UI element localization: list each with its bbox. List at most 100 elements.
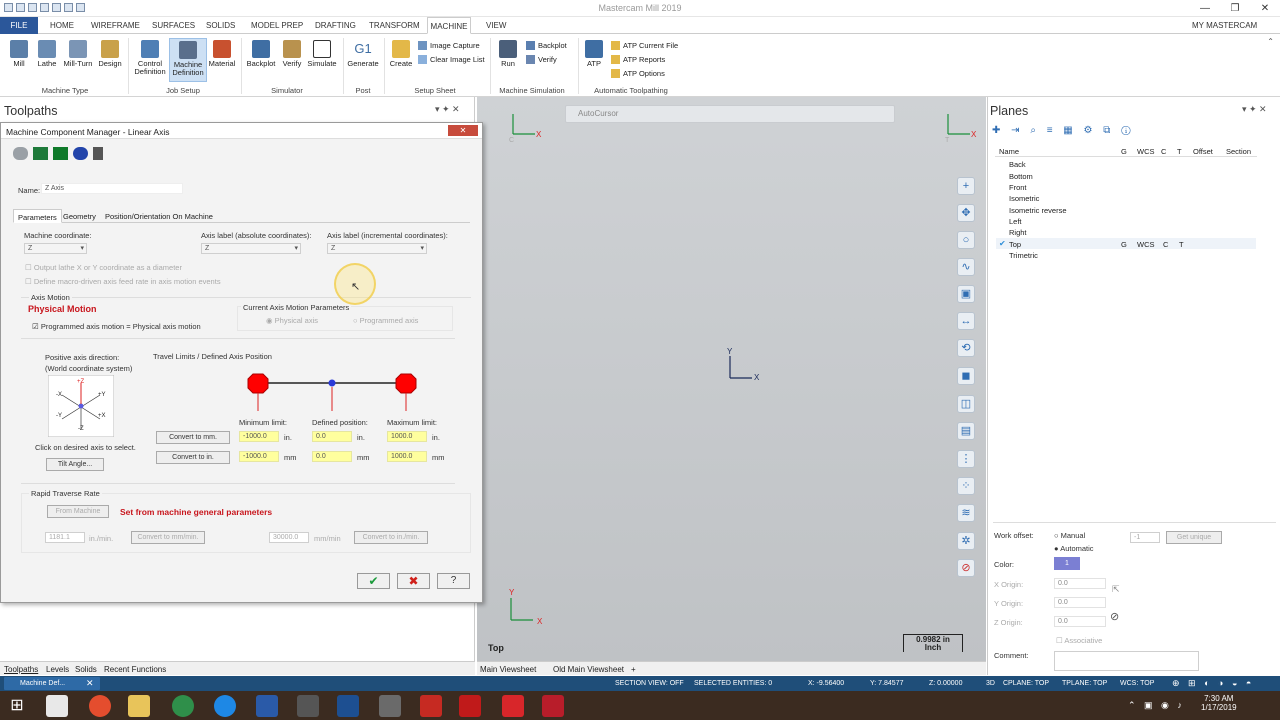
old-main-viewsheet-tab[interactable]: Old Main Viewsheet <box>553 665 624 674</box>
vt-stop-icon[interactable]: ⊘ <box>957 559 975 577</box>
tab-parameters[interactable]: Parameters <box>13 209 62 223</box>
vt-stack-icon[interactable]: ≋ <box>957 504 975 522</box>
acrobat-icon[interactable] <box>420 695 442 717</box>
tab-position-orientation[interactable]: Position/Orientation On Machine <box>105 212 213 221</box>
color-swatch[interactable]: 1 <box>1054 557 1080 570</box>
plane-row[interactable]: Isometric reverse <box>1009 206 1067 215</box>
chrome-icon[interactable] <box>89 695 111 717</box>
main-viewsheet-tab[interactable]: Main Viewsheet <box>480 665 536 674</box>
verify-button[interactable]: Verify <box>280 40 304 68</box>
autocursor-label[interactable]: AutoCursor <box>578 109 618 118</box>
pick-origin-icon[interactable]: ⇱ <box>1112 584 1120 595</box>
physical-axis-radio[interactable]: ◉ Physical axis <box>266 316 318 325</box>
max-limit-mm-field[interactable]: 1000.0 <box>387 451 427 462</box>
vt-pan-icon[interactable]: ✥ <box>957 204 975 222</box>
save-component-icon[interactable] <box>33 147 48 160</box>
collapse-ribbon-icon[interactable]: ⌃ <box>1267 37 1274 46</box>
rotary-icon[interactable] <box>73 147 88 160</box>
max-limit-in-field[interactable]: 1000.0 <box>387 431 427 442</box>
mode-status[interactable]: 3D <box>986 680 995 687</box>
programmed-axis-radio[interactable]: ○ Programmed axis <box>353 316 418 325</box>
z-origin-field[interactable]: 0.0 <box>1054 616 1106 627</box>
vt-settings-icon[interactable]: ✲ <box>957 532 975 550</box>
tab-recent-functions[interactable]: Recent Functions <box>104 665 166 674</box>
convert-to-in-min-button[interactable]: Convert to in./min. <box>354 531 428 544</box>
tab-transform[interactable]: TRANSFORM <box>369 17 420 34</box>
windows-start-icon[interactable]: ⊞ <box>6 695 28 717</box>
ms-backplot-button[interactable]: Backplot <box>526 41 567 50</box>
output-lathe-checkbox[interactable]: ☐ Output lathe X or Y coordinate as a di… <box>25 263 182 272</box>
backplot-button[interactable]: Backplot <box>245 40 277 68</box>
create-setup-sheet-button[interactable]: Create <box>387 40 415 68</box>
vt-transform-icon[interactable]: ⟲ <box>957 339 975 357</box>
plane-row[interactable]: Right <box>1009 228 1027 237</box>
vt-add-icon[interactable]: + <box>957 177 975 195</box>
vt-solid-icon[interactable]: ◼ <box>957 367 975 385</box>
vt-layers-icon[interactable]: ◫ <box>957 395 975 413</box>
app-icon-3[interactable] <box>337 695 359 717</box>
plane-row[interactable]: Back <box>1009 160 1026 169</box>
app-icon-5[interactable] <box>502 695 524 717</box>
status-view-icons[interactable]: ⊕ ⊞ ◐ ◑ ◒ ◓ <box>1172 678 1254 689</box>
vt-dimension-icon[interactable]: ↔ <box>957 312 975 330</box>
from-machine-button[interactable]: From Machine <box>47 505 109 518</box>
machine-coordinate-select[interactable]: Z ▾ <box>24 243 87 254</box>
add-viewsheet-button[interactable]: + <box>631 665 636 674</box>
control-definition-button[interactable]: Control Definition <box>131 40 169 76</box>
no-link-icon[interactable]: ⊘ <box>1110 610 1119 623</box>
plane-row[interactable]: Left <box>1009 217 1022 226</box>
tab-drafting[interactable]: DRAFTING <box>315 17 356 34</box>
atp-button[interactable]: ATP <box>582 40 606 68</box>
vt-box-icon[interactable]: ▣ <box>957 285 975 303</box>
atp-current-file-button[interactable]: ATP Current File <box>611 41 678 50</box>
vt-dots-icon[interactable]: ⁘ <box>957 477 975 495</box>
tilt-angle-button[interactable]: Tilt Angle... <box>46 458 104 471</box>
clear-image-list-button[interactable]: Clear Image List <box>418 55 485 64</box>
help-button[interactable]: ? <box>437 573 470 589</box>
section-view-status[interactable]: SECTION VIEW: OFF <box>615 680 684 687</box>
my-mastercam-link[interactable]: MY MASTERCAM <box>1192 17 1257 34</box>
internet-explorer-icon[interactable] <box>214 695 236 717</box>
app-icon-1[interactable] <box>256 695 278 717</box>
tab-solids-panel[interactable]: Solids <box>75 665 97 674</box>
manual-radio[interactable]: ○ Manual <box>1054 531 1085 540</box>
solidworks-icon[interactable] <box>459 695 481 717</box>
panel-pin-icon[interactable]: ▾ ✦ ✕ <box>435 104 460 115</box>
y-origin-field[interactable]: 0.0 <box>1054 597 1106 608</box>
x-origin-field[interactable]: 0.0 <box>1054 578 1106 589</box>
component-icon[interactable] <box>13 147 28 160</box>
design-button[interactable]: Design <box>96 40 124 68</box>
tab-solids[interactable]: SOLIDS <box>206 17 235 34</box>
lathe-button[interactable]: Lathe <box>35 40 59 68</box>
minimized-window-close-icon[interactable]: ✕ <box>86 678 94 689</box>
tab-file[interactable]: FILE <box>0 17 38 34</box>
tab-machine[interactable]: MACHINE <box>427 17 471 34</box>
tab-view[interactable]: VIEW <box>486 17 506 34</box>
convert-to-mm-button[interactable]: Convert to mm. <box>156 431 230 444</box>
mastercam-icon[interactable] <box>542 695 564 717</box>
name-field[interactable]: Z Axis <box>41 183 183 194</box>
axis-icon[interactable] <box>53 147 68 160</box>
minimize-button[interactable]: — <box>1190 0 1220 17</box>
vt-sheet-icon[interactable]: ▤ <box>957 422 975 440</box>
cancel-button[interactable]: ✖ <box>397 573 430 589</box>
work-offset-field[interactable]: -1 <box>1130 532 1160 543</box>
associative-checkbox[interactable]: ☐ Associative <box>1056 636 1102 645</box>
min-limit-mm-field[interactable]: -1000.0 <box>239 451 279 462</box>
rapid-mm-field[interactable]: 30000.0 <box>269 532 309 543</box>
rapid-in-field[interactable]: 1181.1 <box>45 532 85 543</box>
axis-label-inc-select[interactable]: Z ▾ <box>327 243 427 254</box>
cplane-status[interactable]: CPLANE: TOP <box>1003 680 1049 687</box>
atp-reports-button[interactable]: ATP Reports <box>611 55 665 64</box>
atp-options-button[interactable]: ATP Options <box>611 69 665 78</box>
wcs-status[interactable]: WCS: TOP <box>1120 680 1154 687</box>
tab-geometry[interactable]: Geometry <box>63 212 96 221</box>
vt-curve-icon[interactable]: ∿ <box>957 258 975 276</box>
app-icon-4[interactable] <box>379 695 401 717</box>
min-limit-in-field[interactable]: -1000.0 <box>239 431 279 442</box>
tab-model-prep[interactable]: MODEL PREP <box>251 17 303 34</box>
quickbooks-icon[interactable] <box>172 695 194 717</box>
plane-row[interactable]: Front <box>1009 183 1027 192</box>
tplane-status[interactable]: TPLANE: TOP <box>1062 680 1107 687</box>
clock[interactable]: 7:30 AM 1/17/2019 <box>1201 694 1237 712</box>
